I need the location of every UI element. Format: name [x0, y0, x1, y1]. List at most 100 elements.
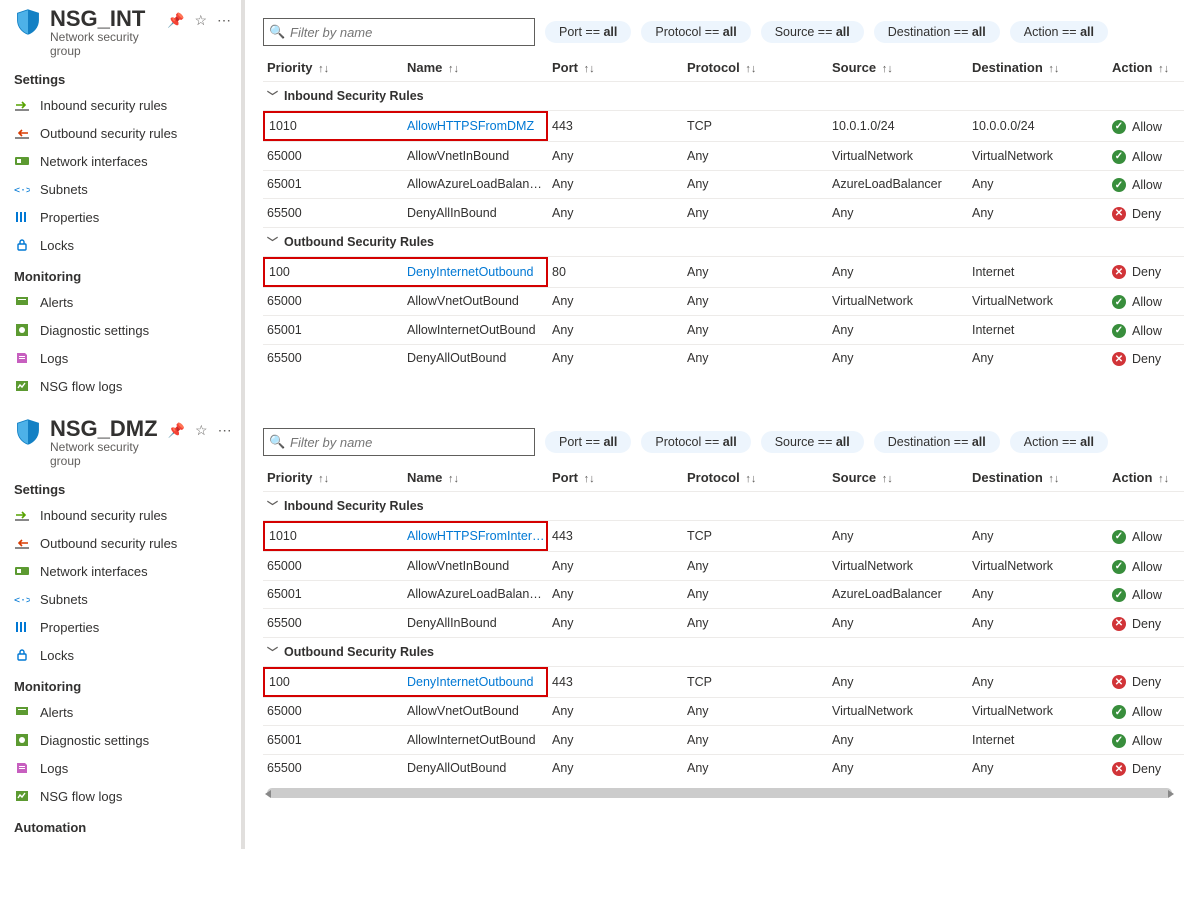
- nav-outbound[interactable]: Outbound security rules: [0, 529, 241, 557]
- nav-lock[interactable]: Locks: [0, 641, 241, 669]
- col-action[interactable]: Action ↑↓: [1108, 464, 1184, 492]
- filter-input-wrap: 🔍: [263, 18, 535, 46]
- nav-subnets[interactable]: <·>Subnets: [0, 585, 241, 613]
- properties-icon: [14, 209, 30, 225]
- filter-pill-source[interactable]: Source == all: [761, 21, 864, 43]
- nav-properties[interactable]: Properties: [0, 203, 241, 231]
- filter-pill-port[interactable]: Port == all: [545, 431, 631, 453]
- cell-protocol: Any: [683, 142, 828, 171]
- group-header[interactable]: ﹀Inbound Security Rules: [263, 82, 1184, 111]
- rule-row[interactable]: 1010AllowHTTPSFromDMZ443 TCP 10.0.1.0/24…: [263, 111, 1184, 142]
- shield-icon: [14, 416, 50, 449]
- col-name[interactable]: Name ↑↓: [403, 54, 548, 82]
- col-priority[interactable]: Priority ↑↓: [263, 464, 403, 492]
- rule-row[interactable]: 65001AllowAzureLoadBalance…Any Any Azure…: [263, 170, 1184, 199]
- rule-row[interactable]: 65000AllowVnetOutBoundAny Any VirtualNet…: [263, 287, 1184, 316]
- diag-icon: [14, 322, 30, 338]
- nav-logs[interactable]: Logs: [0, 344, 241, 372]
- col-port[interactable]: Port ↑↓: [548, 54, 683, 82]
- col-destination[interactable]: Destination ↑↓: [968, 54, 1108, 82]
- pin-icon[interactable]: 📌: [168, 422, 185, 439]
- inbound-icon: [14, 97, 30, 113]
- rule-row[interactable]: 65500DenyAllInBoundAny Any Any Any ✕Deny: [263, 199, 1184, 228]
- cell-protocol: TCP: [683, 666, 828, 697]
- nav-diag[interactable]: Diagnostic settings: [0, 316, 241, 344]
- cell-destination: Internet: [968, 316, 1108, 345]
- pin-icon[interactable]: 📌: [167, 12, 184, 29]
- rule-row[interactable]: 65500DenyAllOutBoundAny Any Any Any ✕Den…: [263, 344, 1184, 372]
- nav-properties[interactable]: Properties: [0, 613, 241, 641]
- rule-name-link[interactable]: DenyInternetOutbound: [407, 265, 533, 279]
- nav-alerts[interactable]: Alerts: [0, 288, 241, 316]
- rule-name-link[interactable]: AllowHTTPSFromDMZ: [407, 119, 534, 133]
- cell-priority: 65000: [263, 287, 403, 316]
- rule-row[interactable]: 65001AllowInternetOutBoundAny Any Any In…: [263, 316, 1184, 345]
- group-header[interactable]: ﹀Outbound Security Rules: [263, 637, 1184, 666]
- rule-row[interactable]: 65500DenyAllOutBoundAny Any Any Any ✕Den…: [263, 754, 1184, 782]
- horizontal-scrollbar[interactable]: [267, 788, 1172, 798]
- nav-lock[interactable]: Locks: [0, 231, 241, 259]
- nav-outbound[interactable]: Outbound security rules: [0, 119, 241, 147]
- rule-row[interactable]: 65500DenyAllInBoundAny Any Any Any ✕Deny: [263, 609, 1184, 638]
- col-priority[interactable]: Priority ↑↓: [263, 54, 403, 82]
- cell-priority: 1010: [263, 111, 403, 142]
- filter-pill-source[interactable]: Source == all: [761, 431, 864, 453]
- filter-pill-action[interactable]: Action == all: [1010, 21, 1108, 43]
- nav-nic[interactable]: Network interfaces: [0, 557, 241, 585]
- rule-row[interactable]: 65000AllowVnetOutBoundAny Any VirtualNet…: [263, 697, 1184, 726]
- rule-row[interactable]: 100DenyInternetOutbound443 TCP Any Any ✕…: [263, 666, 1184, 697]
- nic-icon: [14, 153, 30, 169]
- col-action[interactable]: Action ↑↓: [1108, 54, 1184, 82]
- allow-icon: ✓: [1112, 150, 1126, 164]
- col-destination[interactable]: Destination ↑↓: [968, 464, 1108, 492]
- nav-nic[interactable]: Network interfaces: [0, 147, 241, 175]
- col-source[interactable]: Source ↑↓: [828, 464, 968, 492]
- nav-logs[interactable]: Logs: [0, 754, 241, 782]
- col-source[interactable]: Source ↑↓: [828, 54, 968, 82]
- rule-row[interactable]: 1010AllowHTTPSFromInter…443 TCP Any Any …: [263, 521, 1184, 552]
- nav-flow[interactable]: NSG flow logs: [0, 782, 241, 810]
- nav-alerts[interactable]: Alerts: [0, 698, 241, 726]
- group-header[interactable]: ﹀Outbound Security Rules: [263, 227, 1184, 256]
- col-protocol[interactable]: Protocol ↑↓: [683, 464, 828, 492]
- col-protocol[interactable]: Protocol ↑↓: [683, 54, 828, 82]
- filter-input[interactable]: [263, 18, 535, 46]
- cell-protocol: Any: [683, 316, 828, 345]
- cell-source: AzureLoadBalancer: [828, 170, 968, 199]
- star-icon[interactable]: ☆: [194, 12, 207, 29]
- cell-name: DenyAllOutBound: [403, 344, 548, 372]
- allow-icon: ✓: [1112, 530, 1126, 544]
- more-icon[interactable]: ⋯: [217, 12, 231, 29]
- nav-label: Inbound security rules: [40, 98, 167, 113]
- rule-row[interactable]: 65001AllowAzureLoadBalan…Any Any AzureLo…: [263, 580, 1184, 609]
- col-name[interactable]: Name ↑↓: [403, 464, 548, 492]
- col-port[interactable]: Port ↑↓: [548, 464, 683, 492]
- cell-priority: 65000: [263, 142, 403, 171]
- nav-inbound[interactable]: Inbound security rules: [0, 501, 241, 529]
- cell-port: Any: [548, 754, 683, 782]
- nav-inbound[interactable]: Inbound security rules: [0, 91, 241, 119]
- filter-pill-destination[interactable]: Destination == all: [874, 431, 1000, 453]
- filter-input[interactable]: [263, 428, 535, 456]
- rule-row[interactable]: 65000AllowVnetInBoundAny Any VirtualNetw…: [263, 552, 1184, 581]
- nav-label: Properties: [40, 620, 99, 635]
- nav-flow[interactable]: NSG flow logs: [0, 372, 241, 400]
- nav-diag[interactable]: Diagnostic settings: [0, 726, 241, 754]
- group-header[interactable]: ﹀Inbound Security Rules: [263, 492, 1184, 521]
- star-icon[interactable]: ☆: [195, 422, 208, 439]
- rule-row[interactable]: 100DenyInternetOutbound80 Any Any Intern…: [263, 256, 1184, 287]
- cell-name: AllowAzureLoadBalan…: [403, 580, 548, 609]
- more-icon[interactable]: ⋯: [218, 422, 232, 439]
- filter-pill-action[interactable]: Action == all: [1010, 431, 1108, 453]
- nav-subnets[interactable]: <·>Subnets: [0, 175, 241, 203]
- filter-pill-destination[interactable]: Destination == all: [874, 21, 1000, 43]
- rule-name-link[interactable]: AllowHTTPSFromInter…: [407, 529, 545, 543]
- rule-row[interactable]: 65000AllowVnetInBoundAny Any VirtualNetw…: [263, 142, 1184, 171]
- rule-name: AllowVnetOutBound: [407, 704, 519, 718]
- filter-pill-protocol[interactable]: Protocol == all: [641, 21, 750, 43]
- cell-port: Any: [548, 609, 683, 638]
- filter-pill-port[interactable]: Port == all: [545, 21, 631, 43]
- filter-pill-protocol[interactable]: Protocol == all: [641, 431, 750, 453]
- rule-row[interactable]: 65001AllowInternetOutBoundAny Any Any In…: [263, 726, 1184, 755]
- rule-name-link[interactable]: DenyInternetOutbound: [407, 675, 533, 689]
